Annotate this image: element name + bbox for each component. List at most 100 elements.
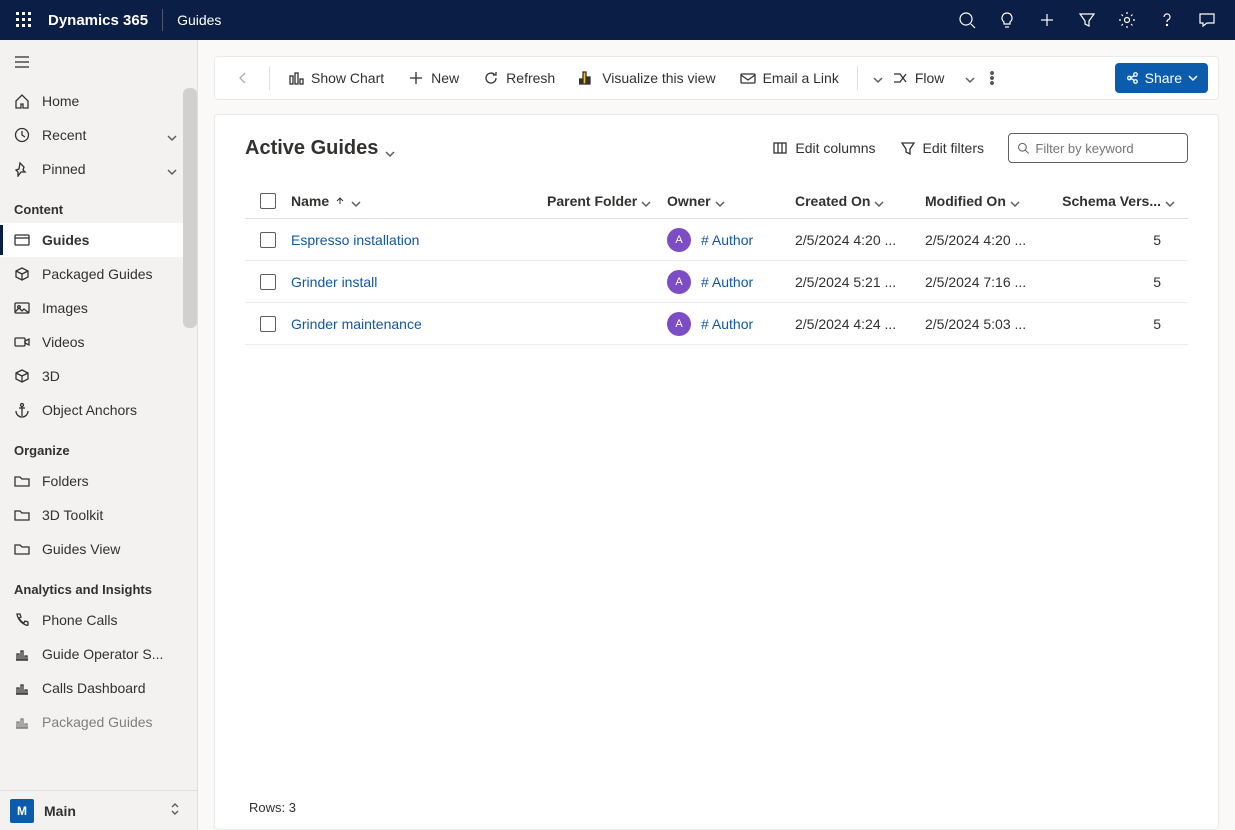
filter-input-wrapper[interactable] <box>1008 133 1188 163</box>
sidebar-item-home[interactable]: Home <box>0 84 197 118</box>
search-icon <box>1017 141 1029 155</box>
back-button[interactable] <box>225 60 261 96</box>
modified-cell: 2/5/2024 4:20 ... <box>925 232 1055 248</box>
chat-icon[interactable] <box>1187 0 1227 40</box>
schema-cell: 5 <box>1055 316 1175 332</box>
record-link[interactable]: Grinder maintenance <box>291 316 422 332</box>
sidebar-item-operator[interactable]: Guide Operator S... <box>0 637 197 671</box>
column-header-name[interactable]: Name <box>291 193 547 209</box>
sidebar-item-object-anchors[interactable]: Object Anchors <box>0 393 197 427</box>
flow-button[interactable]: Flow <box>882 60 955 96</box>
sidebar-item-recent[interactable]: Recent <box>0 118 197 152</box>
edit-columns-button[interactable]: Edit columns <box>772 140 875 156</box>
table-header: Name Parent Folder Owner Created On Modi… <box>245 183 1188 219</box>
email-link-button[interactable]: Email a Link <box>730 60 849 96</box>
sidebar-item-3d-toolkit[interactable]: 3D Toolkit <box>0 498 197 532</box>
sidebar-scrollbar[interactable] <box>183 88 197 328</box>
refresh-button[interactable]: Refresh <box>473 60 565 96</box>
chevron-down-icon <box>351 196 361 206</box>
cmdbar-separator <box>269 66 270 90</box>
sidebar-item-pinned[interactable]: Pinned <box>0 152 197 186</box>
view-selector[interactable]: Active Guides <box>245 137 394 160</box>
visualize-button[interactable]: Visualize this view <box>569 60 725 96</box>
avatar: A <box>667 228 691 252</box>
schema-cell: 5 <box>1055 274 1175 290</box>
owner-link[interactable]: # Author <box>701 274 753 290</box>
table-row[interactable]: Grinder maintenance A# Author 2/5/2024 4… <box>245 303 1188 345</box>
created-cell: 2/5/2024 4:24 ... <box>795 316 925 332</box>
sidebar-footer[interactable]: M Main <box>0 790 197 830</box>
sidebar-item-images[interactable]: Images <box>0 291 197 325</box>
anchor-icon <box>14 402 30 418</box>
image-icon <box>14 300 30 316</box>
new-button[interactable]: New <box>398 60 469 96</box>
column-header-schema[interactable]: Schema Vers... <box>1055 193 1175 209</box>
select-all-checkbox[interactable] <box>260 193 276 209</box>
data-grid: Name Parent Folder Owner Created On Modi… <box>245 183 1188 345</box>
hamburger-icon[interactable] <box>0 40 197 84</box>
chevron-down-icon <box>1010 196 1020 206</box>
table-row[interactable]: Espresso installation A # Author 2/5/2024… <box>245 219 1188 261</box>
chevron-down-icon <box>384 143 394 153</box>
row-checkbox[interactable] <box>260 232 276 248</box>
chevron-down-icon <box>167 130 177 140</box>
phone-icon <box>14 612 30 628</box>
sidebar-item-videos[interactable]: Videos <box>0 325 197 359</box>
help-icon[interactable] <box>1147 0 1187 40</box>
show-chart-button[interactable]: Show Chart <box>278 60 394 96</box>
waffle-icon[interactable] <box>8 4 40 36</box>
brand-label[interactable]: Dynamics 365 <box>48 12 148 29</box>
area-badge: M <box>10 799 34 823</box>
filter-icon[interactable] <box>1067 0 1107 40</box>
sidebar: Home Recent Pinned Content Guides Packag… <box>0 40 198 830</box>
top-divider <box>162 9 163 31</box>
table-row[interactable]: Grinder install A # Author 2/5/2024 5:21 … <box>245 261 1188 303</box>
chevron-down-icon[interactable] <box>958 73 970 83</box>
sidebar-item-guides-view[interactable]: Guides View <box>0 532 197 566</box>
sidebar-item-phone-calls[interactable]: Phone Calls <box>0 603 197 637</box>
chevron-down-icon[interactable] <box>866 73 878 83</box>
app-name[interactable]: Guides <box>177 12 221 28</box>
sidebar-item-folders[interactable]: Folders <box>0 464 197 498</box>
sidebar-item-packaged-guides[interactable]: Packaged Guides <box>0 257 197 291</box>
overflow-button[interactable] <box>974 60 1010 96</box>
column-header-created[interactable]: Created On <box>795 193 925 209</box>
lightbulb-icon[interactable] <box>987 0 1027 40</box>
pin-icon <box>14 161 30 177</box>
record-link[interactable]: Grinder install <box>291 274 377 290</box>
sidebar-item-calls-dashboard[interactable]: Calls Dashboard <box>0 671 197 705</box>
column-header-owner[interactable]: Owner <box>667 193 795 209</box>
column-header-parent-folder[interactable]: Parent Folder <box>547 193 667 209</box>
owner-link[interactable]: # Author <box>701 232 753 248</box>
row-checkbox[interactable] <box>260 274 276 290</box>
command-bar: Show Chart New Refresh Visualize this vi… <box>214 56 1219 100</box>
gear-icon[interactable] <box>1107 0 1147 40</box>
package-icon <box>14 266 30 282</box>
section-analytics: Analytics and Insights <box>0 566 197 603</box>
topbar: Dynamics 365 Guides <box>0 0 1235 40</box>
row-checkbox[interactable] <box>260 316 276 332</box>
chart-icon <box>14 680 30 696</box>
filter-input[interactable] <box>1035 141 1179 156</box>
chevron-down-icon <box>641 196 651 206</box>
sidebar-item-3d[interactable]: 3D <box>0 359 197 393</box>
plus-icon[interactable] <box>1027 0 1067 40</box>
area-label: Main <box>44 803 76 819</box>
video-icon <box>14 334 30 350</box>
clock-icon <box>14 127 30 143</box>
updown-icon[interactable] <box>169 802 181 819</box>
record-link[interactable]: Espresso installation <box>291 232 419 248</box>
owner-link[interactable]: # Author <box>701 316 753 332</box>
column-header-modified[interactable]: Modified On <box>925 193 1055 209</box>
cmdbar-separator <box>857 66 858 90</box>
main-area: Show Chart New Refresh Visualize this vi… <box>198 40 1235 830</box>
chevron-down-icon <box>874 196 884 206</box>
search-icon[interactable] <box>947 0 987 40</box>
sidebar-item-guides[interactable]: Guides <box>0 223 197 257</box>
chevron-down-icon <box>715 196 725 206</box>
share-button[interactable]: Share <box>1115 63 1208 93</box>
sidebar-item-packaged-guides-2[interactable]: Packaged Guides <box>0 705 197 739</box>
avatar: A <box>667 270 691 294</box>
created-cell: 2/5/2024 5:21 ... <box>795 274 925 290</box>
edit-filters-button[interactable]: Edit filters <box>900 140 984 156</box>
